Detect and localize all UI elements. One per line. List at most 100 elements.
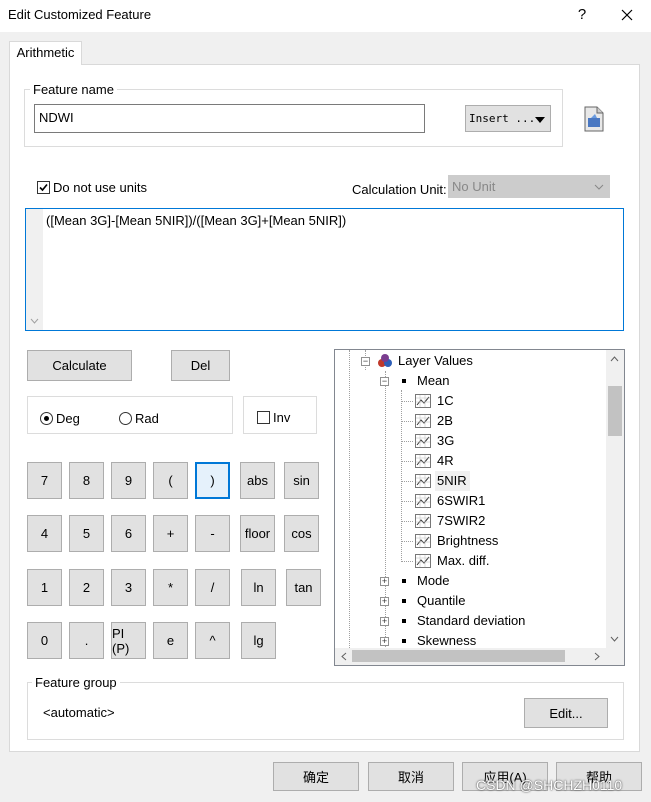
help-button[interactable]: ? bbox=[570, 2, 594, 28]
expand-icon[interactable]: + bbox=[380, 597, 389, 606]
key-key1-0-button[interactable]: 4 bbox=[27, 515, 62, 552]
key-key2-2-button[interactable]: 3 bbox=[111, 569, 146, 606]
key-key0-4-button[interactable]: ) bbox=[195, 462, 230, 499]
tree-label: 3G bbox=[437, 433, 455, 448]
key-key1-3-button[interactable]: + bbox=[153, 515, 188, 552]
key-key2-3-button[interactable]: * bbox=[153, 569, 188, 606]
insert-dropdown[interactable]: Insert ... bbox=[465, 105, 551, 132]
document-icon[interactable] bbox=[583, 106, 605, 132]
key-key2-0-button[interactable]: 1 bbox=[27, 569, 62, 606]
tree-item-feature[interactable]: 6SWIR1 bbox=[335, 491, 605, 511]
key-key3-4-button[interactable]: ^ bbox=[195, 622, 230, 659]
key-lg-button[interactable]: lg bbox=[241, 622, 276, 659]
feature-tree[interactable]: − Layer Values − Mean 1C 2B 3G 4R 5NIR 6SWIR1 7SWI… bbox=[334, 349, 625, 666]
key-floor-button[interactable]: floor bbox=[240, 515, 275, 552]
rad-label: Rad bbox=[135, 411, 159, 426]
feature-chart-icon bbox=[415, 414, 431, 428]
bullet-icon bbox=[402, 599, 406, 603]
rad-radio[interactable] bbox=[119, 412, 132, 425]
collapse-icon[interactable]: − bbox=[361, 357, 370, 366]
tree-label: Brightness bbox=[437, 533, 499, 548]
bullet-icon bbox=[402, 579, 406, 583]
close-button[interactable] bbox=[612, 2, 642, 28]
key-key1-4-button[interactable]: - bbox=[195, 515, 230, 552]
tree-item-group[interactable]: + Standard deviation bbox=[335, 611, 605, 631]
dropdown-arrow-icon bbox=[535, 117, 545, 123]
inv-checkbox[interactable] bbox=[257, 411, 270, 424]
key-key2-1-button[interactable]: 2 bbox=[69, 569, 104, 606]
key-tan-button[interactable]: tan bbox=[286, 569, 321, 606]
key-key3-1-button[interactable]: . bbox=[69, 622, 104, 659]
key-abs-button[interactable]: abs bbox=[240, 462, 275, 499]
tree-item-feature[interactable]: 3G bbox=[335, 431, 605, 451]
feature-chart-icon bbox=[415, 434, 431, 448]
cancel-button[interactable]: 取消 bbox=[368, 762, 454, 791]
key-key0-1-button[interactable]: 8 bbox=[69, 462, 104, 499]
tree-hscroll-thumb[interactable] bbox=[352, 650, 565, 662]
tree-item-feature[interactable]: Max. diff. bbox=[335, 551, 605, 571]
key-key2-4-button[interactable]: / bbox=[195, 569, 230, 606]
chevron-left-icon bbox=[341, 652, 347, 661]
expand-icon[interactable]: + bbox=[380, 637, 389, 646]
tree-item-feature[interactable]: 4R bbox=[335, 451, 605, 471]
tree-line bbox=[401, 541, 413, 542]
tree-line bbox=[401, 521, 413, 522]
key-ln-button[interactable]: ln bbox=[241, 569, 276, 606]
feature-name-input[interactable]: NDWI bbox=[34, 104, 425, 133]
tree-label: Mean bbox=[417, 373, 450, 388]
tree-vertical-scrollbar[interactable] bbox=[606, 350, 624, 648]
feature-group-value: <automatic> bbox=[43, 705, 115, 720]
key-key0-2-button[interactable]: 9 bbox=[111, 462, 146, 499]
tree-line bbox=[401, 401, 413, 402]
tab-arithmetic[interactable]: Arithmetic bbox=[9, 41, 82, 65]
checkmark-icon bbox=[39, 183, 48, 192]
ok-button[interactable]: 确定 bbox=[273, 762, 359, 791]
key-key1-1-button[interactable]: 5 bbox=[69, 515, 104, 552]
key-key3-3-button[interactable]: e bbox=[153, 622, 188, 659]
tree-item-feature[interactable]: 7SWIR2 bbox=[335, 511, 605, 531]
tree-line bbox=[401, 561, 413, 562]
expand-icon[interactable]: + bbox=[380, 617, 389, 626]
feature-name-legend: Feature name bbox=[30, 82, 117, 97]
watermark: CSDN @SHCHZH0110 bbox=[476, 777, 623, 793]
tree-item-feature[interactable]: Brightness bbox=[335, 531, 605, 551]
edit-group-button[interactable]: Edit... bbox=[524, 698, 608, 728]
tree-item-feature[interactable]: 2B bbox=[335, 411, 605, 431]
feature-chart-icon bbox=[415, 474, 431, 488]
tree-item-layer-values[interactable]: − Layer Values bbox=[335, 351, 605, 371]
key-key0-3-button[interactable]: ( bbox=[153, 462, 188, 499]
bullet-icon bbox=[402, 639, 406, 643]
tree-horizontal-scrollbar[interactable] bbox=[335, 648, 606, 665]
tree-item-feature[interactable]: 1C bbox=[335, 391, 605, 411]
close-icon bbox=[621, 9, 633, 21]
chevron-down-icon bbox=[594, 184, 604, 190]
tree-item-group[interactable]: + Mode bbox=[335, 571, 605, 591]
key-cos-button[interactable]: cos bbox=[284, 515, 319, 552]
key-key0-0-button[interactable]: 7 bbox=[27, 462, 62, 499]
key-key1-2-button[interactable]: 6 bbox=[111, 515, 146, 552]
do-not-use-units-label: Do not use units bbox=[53, 180, 147, 195]
tree-scroll-thumb[interactable] bbox=[608, 386, 622, 436]
tree-label: Max. diff. bbox=[437, 553, 490, 568]
tree-item-group[interactable]: + Quantile bbox=[335, 591, 605, 611]
tree-label: 6SWIR1 bbox=[437, 493, 486, 508]
collapse-icon[interactable]: − bbox=[380, 377, 389, 386]
key-sin-button[interactable]: sin bbox=[284, 462, 319, 499]
do-not-use-units-checkbox[interactable] bbox=[37, 181, 50, 194]
calculate-button[interactable]: Calculate bbox=[27, 350, 132, 381]
feature-group-legend: Feature group bbox=[32, 675, 120, 690]
chevron-down-icon bbox=[610, 636, 619, 642]
expression-scrollbar[interactable] bbox=[26, 209, 43, 330]
expand-icon[interactable]: + bbox=[380, 577, 389, 586]
deg-label: Deg bbox=[56, 411, 80, 426]
key-key3-0-button[interactable]: 0 bbox=[27, 622, 62, 659]
tree-item-mean[interactable]: − Mean bbox=[335, 371, 605, 391]
expression-textarea[interactable]: ([Mean 3G]-[Mean 5NIR])/([Mean 3G]+[Mean… bbox=[25, 208, 624, 331]
calculation-unit-select[interactable]: No Unit bbox=[448, 175, 610, 198]
tree-item-feature[interactable]: 5NIR bbox=[335, 471, 605, 491]
tree-label: 2B bbox=[437, 413, 453, 428]
del-button[interactable]: Del bbox=[171, 350, 230, 381]
key-key3-2-button[interactable]: PI (P) bbox=[111, 622, 146, 659]
inv-label: Inv bbox=[273, 410, 291, 425]
deg-radio[interactable] bbox=[40, 412, 53, 425]
